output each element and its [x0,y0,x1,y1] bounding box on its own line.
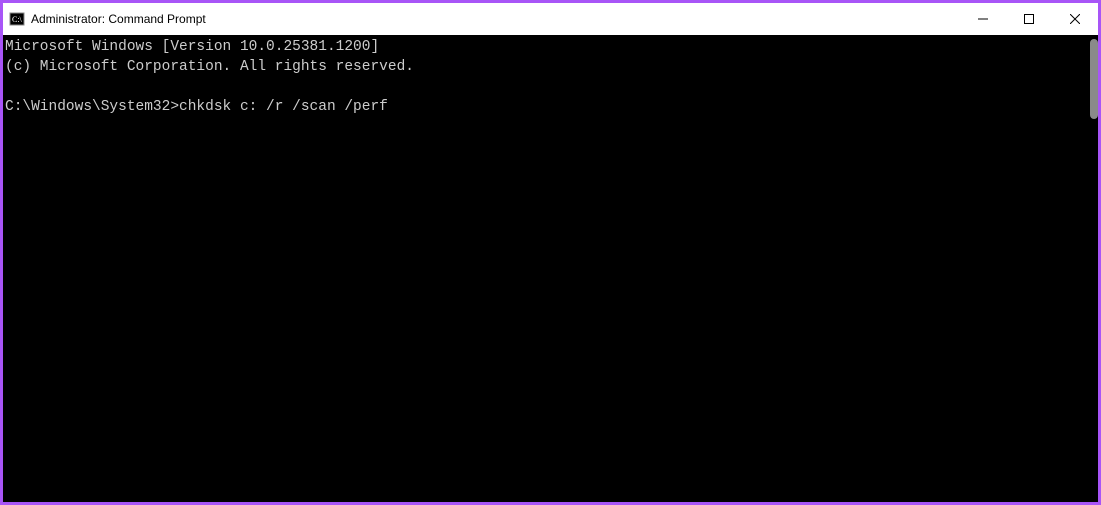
window-frame: C:\ Administrator: Command Prompt [0,0,1101,505]
terminal-content: Microsoft Windows [Version 10.0.25381.12… [3,35,1098,117]
window-controls [960,3,1098,35]
cmd-icon: C:\ [9,11,25,27]
prompt-line: C:\Windows\System32>chkdsk c: /r /scan /… [5,99,388,115]
window-title: Administrator: Command Prompt [31,12,206,26]
maximize-button[interactable] [1006,3,1052,35]
command-text: chkdsk c: /r /scan /perf [179,99,388,115]
copyright-line: (c) Microsoft Corporation. All rights re… [5,59,414,75]
minimize-button[interactable] [960,3,1006,35]
version-line: Microsoft Windows [Version 10.0.25381.12… [5,39,379,55]
svg-text:C:\: C:\ [12,15,23,24]
maximize-icon [1024,14,1034,24]
close-button[interactable] [1052,3,1098,35]
scrollbar-thumb[interactable] [1090,39,1098,119]
minimize-icon [978,14,988,24]
titlebar[interactable]: C:\ Administrator: Command Prompt [3,3,1098,35]
prompt-prefix: C:\Windows\System32> [5,99,179,115]
terminal-area[interactable]: Microsoft Windows [Version 10.0.25381.12… [3,35,1098,502]
titlebar-left: C:\ Administrator: Command Prompt [9,11,206,27]
close-icon [1070,14,1080,24]
